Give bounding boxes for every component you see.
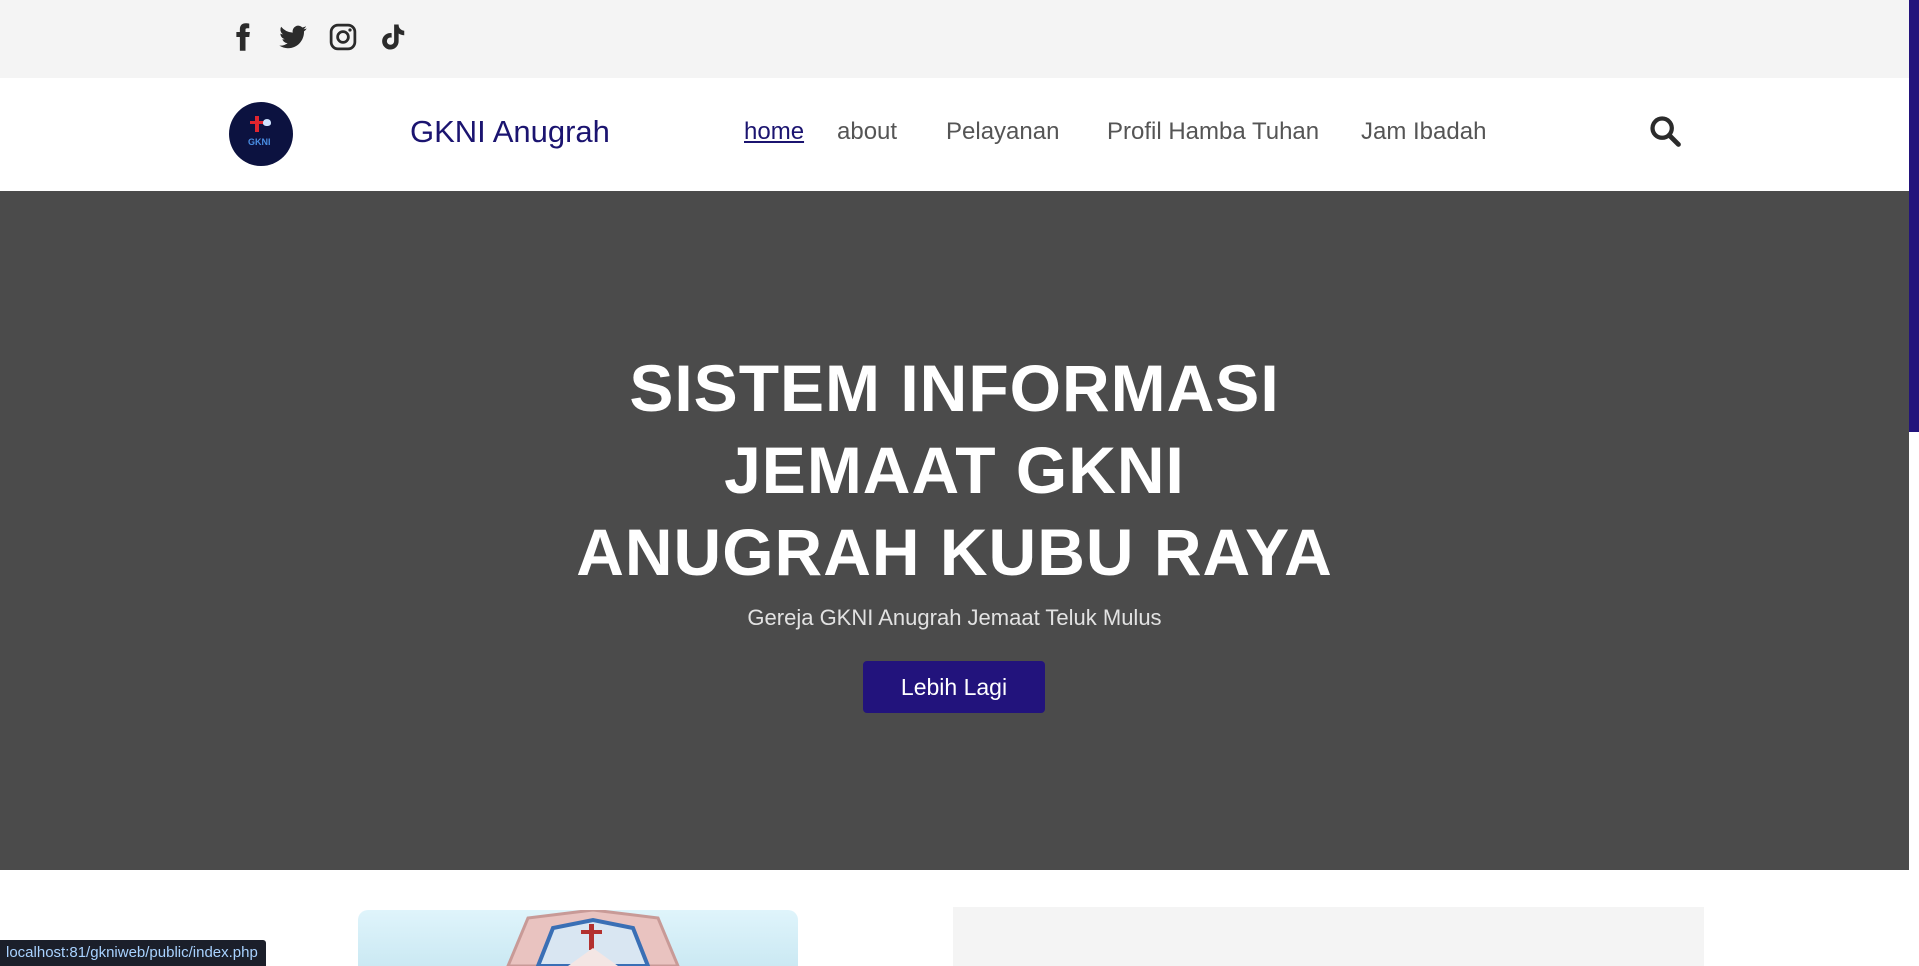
social-links [226,20,410,54]
church-image [358,910,798,966]
logo-text: GKNI [248,137,271,147]
logo-cross [255,116,259,132]
status-bar-url: localhost:81/gkniweb/public/index.php [0,940,266,966]
logo-cross-bar [250,121,264,124]
nav-jam-ibadah[interactable]: Jam Ibadah [1361,118,1486,146]
twitter-icon[interactable] [276,20,310,54]
instagram-icon[interactable] [326,20,360,54]
nav-about[interactable]: about [837,118,897,146]
main-navbar: GKNI GKNI Anugrah home about Pelayanan P… [0,78,1909,191]
nav-pelayanan[interactable]: Pelayanan [946,118,1059,146]
logo-dove [263,119,271,126]
top-social-bar [0,0,1909,78]
nav-profil-hamba-tuhan[interactable]: Profil Hamba Tuhan [1107,118,1319,146]
brand-name[interactable]: GKNI Anugrah [410,114,610,150]
hero-title-line-3: ANUGRAH KUBU RAYA [576,515,1333,589]
hero-title-line-1: SISTEM INFORMASI [629,351,1280,425]
content-panel [953,907,1704,966]
page-scrollbar-thumb[interactable] [1909,0,1919,432]
hero-section: SISTEM INFORMASI JEMAAT GKNI ANUGRAH KUB… [0,191,1909,870]
nav-home[interactable]: home [744,118,804,146]
search-icon[interactable] [1648,114,1682,148]
facebook-icon[interactable] [226,20,260,54]
hero-title-line-2: JEMAAT GKNI [724,433,1185,507]
hero-subtitle: Gereja GKNI Anugrah Jemaat Teluk Mulus [747,605,1162,630]
church-building-graphic [506,910,680,966]
church-logo[interactable]: GKNI [229,102,293,166]
hero-title: SISTEM INFORMASI JEMAAT GKNI ANUGRAH KUB… [0,347,1909,593]
tiktok-icon[interactable] [376,20,410,54]
lebih-lagi-button[interactable]: Lebih Lagi [863,661,1045,713]
